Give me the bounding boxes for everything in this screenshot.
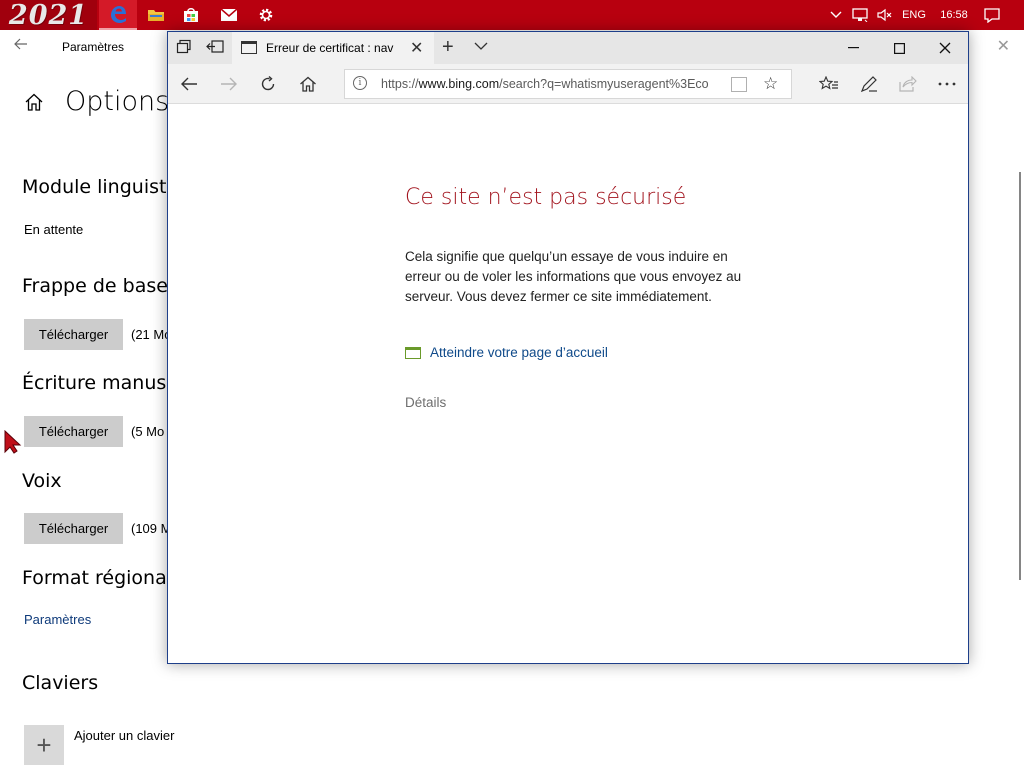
- window-icon: [405, 346, 421, 359]
- regional-format-heading: Format régional: [22, 567, 173, 589]
- store-icon: [184, 8, 198, 22]
- navigation-bar: i https://www.bing.com/search?q=whatismy…: [168, 64, 968, 104]
- error-description: Cela signifie que quelqu’un essaye de vo…: [405, 249, 742, 304]
- home-icon[interactable]: [24, 93, 44, 116]
- minimize-button[interactable]: [830, 32, 876, 64]
- mail-icon: [220, 8, 238, 21]
- home-button[interactable]: [295, 72, 321, 96]
- page-icon: [241, 41, 257, 54]
- gear-icon: [259, 8, 273, 22]
- tray-network-icon[interactable]: [849, 0, 871, 30]
- web-note-pen-icon[interactable]: [856, 72, 882, 96]
- taskbar-logo-text: 2021: [8, 0, 89, 31]
- chevron-down-icon[interactable]: [474, 38, 488, 56]
- basic-typing-download-button[interactable]: Télécharger: [24, 319, 123, 350]
- page-title: Options: [65, 86, 170, 117]
- voice-download-button[interactable]: Télécharger: [24, 513, 123, 544]
- settings-close-icon[interactable]: ✕: [997, 36, 1010, 56]
- taskbar-settings-button[interactable]: [247, 0, 285, 30]
- taskbar-logo: 2021: [0, 0, 97, 31]
- plus-icon: +: [36, 729, 52, 760]
- basic-typing-size: (21 Mo: [131, 327, 172, 342]
- tray-notifications-icon[interactable]: [980, 0, 1004, 30]
- voice-size: (109 M: [131, 521, 172, 536]
- favorite-star-icon[interactable]: ☆: [763, 74, 778, 94]
- refresh-button[interactable]: [255, 72, 281, 96]
- edge-icon: [111, 6, 126, 23]
- taskbar-edge-button[interactable]: [99, 0, 137, 30]
- back-button[interactable]: [176, 72, 202, 96]
- folder-icon: [148, 10, 164, 21]
- window-close-button[interactable]: [922, 32, 968, 64]
- set-tabs-aside-icon[interactable]: [206, 39, 224, 57]
- handwriting-heading: Écriture manuscr: [22, 372, 185, 394]
- reading-view-icon[interactable]: [731, 77, 747, 92]
- share-icon[interactable]: [895, 72, 921, 96]
- taskbar-mail-button[interactable]: [210, 0, 248, 30]
- mouse-cursor-icon: [4, 429, 24, 459]
- maximize-button[interactable]: [876, 32, 922, 64]
- error-title: Ce site n’est pas sécurisé: [405, 185, 687, 210]
- go-to-homepage-link[interactable]: Atteindre votre page d’accueil: [405, 345, 608, 360]
- address-url[interactable]: https://www.bing.com/search?q=whatismyus…: [381, 77, 723, 91]
- add-keyboard-button[interactable]: +: [24, 725, 64, 765]
- taskbar-store-button[interactable]: [172, 0, 210, 30]
- tray-language[interactable]: ENG: [898, 0, 930, 30]
- url-domain: www.bing.com: [418, 77, 500, 91]
- tab-preview-icon[interactable]: [176, 39, 194, 57]
- site-info-icon[interactable]: i: [353, 76, 367, 90]
- more-options-icon[interactable]: [934, 72, 960, 96]
- handwriting-size: (5 Mo: [131, 424, 165, 439]
- tab-strip: Erreur de certificat : nav ✕ +: [168, 32, 968, 64]
- tray-chevron-up-icon[interactable]: [826, 0, 846, 30]
- favorites-hub-icon[interactable]: [816, 72, 842, 96]
- url-scheme: https://: [381, 77, 419, 91]
- tray-volume-muted-icon[interactable]: [873, 0, 895, 30]
- taskbar-file-explorer-button[interactable]: [137, 0, 175, 30]
- forward-button[interactable]: [216, 72, 242, 96]
- tray-clock[interactable]: 16:58: [934, 0, 974, 30]
- go-to-homepage-label[interactable]: Atteindre votre page d’accueil: [430, 345, 608, 360]
- keyboards-heading: Claviers: [22, 672, 99, 694]
- tab-title: Erreur de certificat : nav: [266, 41, 394, 55]
- voice-heading: Voix: [22, 470, 62, 492]
- settings-scrollbar[interactable]: [1019, 172, 1021, 580]
- regional-format-settings-link[interactable]: Paramètres: [24, 612, 91, 627]
- new-tab-icon[interactable]: +: [442, 36, 454, 59]
- edge-browser-window: Erreur de certificat : nav ✕ + i https:/…: [167, 31, 969, 664]
- page-content: Ce site n’est pas sécurisé Cela signifie…: [168, 105, 968, 663]
- details-link[interactable]: Détails: [405, 395, 446, 410]
- language-pack-status: En attente: [24, 222, 84, 237]
- back-arrow-icon[interactable]: [14, 36, 34, 56]
- address-bar[interactable]: i https://www.bing.com/search?q=whatismy…: [344, 69, 792, 99]
- basic-typing-heading: Frappe de base: [22, 275, 168, 297]
- settings-window-title: Paramètres: [62, 40, 125, 54]
- add-keyboard-label[interactable]: Ajouter un clavier: [74, 728, 174, 743]
- tab-certificate-error[interactable]: Erreur de certificat : nav ✕: [232, 32, 434, 64]
- tab-close-icon[interactable]: ✕: [410, 38, 423, 58]
- handwriting-download-button[interactable]: Télécharger: [24, 416, 123, 447]
- url-path: /search?q=whatismyuseragent%3Eco: [499, 77, 709, 91]
- taskbar: 2021 ENG 16:58: [0, 0, 1024, 31]
